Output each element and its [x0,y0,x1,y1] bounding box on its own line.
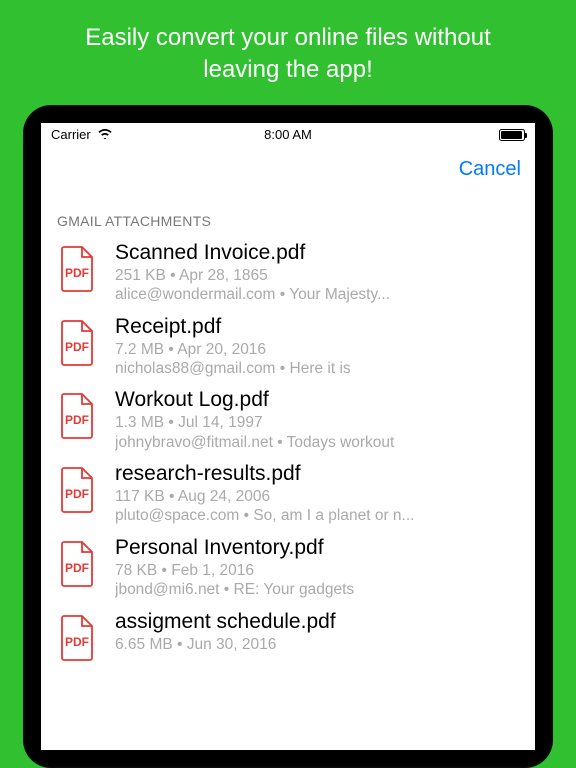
status-bar: Carrier 8:00 AM [41,123,535,147]
attachment-list: PDF Scanned Invoice.pdf251 KB • Apr 28, 1… [41,235,535,750]
attachment-title: Scanned Invoice.pdf [115,241,521,265]
pdf-icon: PDF [55,241,101,293]
cancel-button[interactable]: Cancel [459,158,521,181]
device-screen: Carrier 8:00 AM Cancel GMAIL ATTACHMENTS… [41,123,535,750]
list-item[interactable]: PDF Workout Log.pdf1.3 MB • Jul 14, 1997j… [41,382,535,456]
section-header: GMAIL ATTACHMENTS [41,193,535,235]
svg-text:PDF: PDF [65,413,89,427]
attachment-source: nicholas88@gmail.com • Here it is [115,359,521,378]
attachment-source: jbond@mi6.net • RE: Your gadgets [115,580,521,599]
attachment-source: alice@wondermail.com • Your Majesty... [115,285,521,304]
attachment-meta: 6.65 MB • Jun 30, 2016 [115,635,521,654]
svg-text:PDF: PDF [65,561,89,575]
attachment-title: Receipt.pdf [115,315,521,339]
attachment-meta: 78 KB • Feb 1, 2016 [115,561,521,580]
list-item[interactable]: PDF Receipt.pdf7.2 MB • Apr 20, 2016nicho… [41,309,535,383]
attachment-source: pluto@space.com • So, am I a planet or n… [115,506,521,525]
svg-text:PDF: PDF [65,635,89,649]
nav-bar: Cancel [41,147,535,193]
pdf-icon: PDF [55,536,101,588]
attachment-meta: 251 KB • Apr 28, 1865 [115,266,521,285]
attachment-meta: 117 KB • Aug 24, 2006 [115,487,521,506]
svg-text:PDF: PDF [65,266,89,280]
list-item[interactable]: PDF assigment schedule.pdf6.65 MB • Jun 3… [41,604,535,666]
attachment-title: Workout Log.pdf [115,388,521,412]
pdf-icon: PDF [55,315,101,367]
list-item[interactable]: PDF research-results.pdf117 KB • Aug 24, … [41,456,535,530]
list-item[interactable]: PDF Personal Inventory.pdf78 KB • Feb 1, … [41,530,535,604]
status-time: 8:00 AM [41,127,535,142]
pdf-icon: PDF [55,388,101,440]
pdf-icon: PDF [55,462,101,514]
attachment-meta: 7.2 MB • Apr 20, 2016 [115,340,521,359]
device-frame: Carrier 8:00 AM Cancel GMAIL ATTACHMENTS… [23,105,553,768]
svg-text:PDF: PDF [65,340,89,354]
attachment-meta: 1.3 MB • Jul 14, 1997 [115,413,521,432]
attachment-title: Personal Inventory.pdf [115,536,521,560]
svg-text:PDF: PDF [65,487,89,501]
attachment-source: johnybravo@fitmail.net • Todays workout [115,433,521,452]
list-item[interactable]: PDF Scanned Invoice.pdf251 KB • Apr 28, 1… [41,235,535,309]
attachment-title: research-results.pdf [115,462,521,486]
battery-icon [499,129,525,141]
attachment-title: assigment schedule.pdf [115,610,521,634]
promo-headline: Easily convert your online files without… [45,0,531,105]
pdf-icon: PDF [55,610,101,662]
